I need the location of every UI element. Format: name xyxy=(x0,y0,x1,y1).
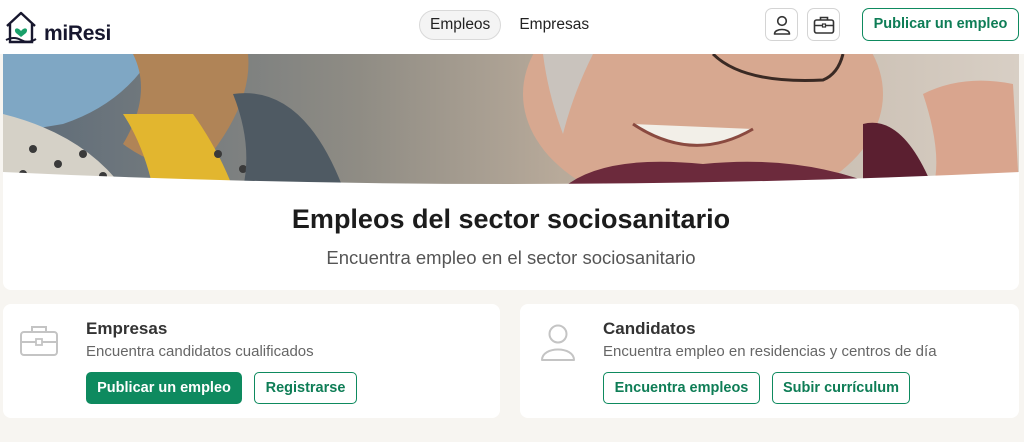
candidates-card-description: Encuentra empleo en residencias y centro… xyxy=(603,343,937,360)
logo-name: Resi xyxy=(67,22,112,45)
user-icon xyxy=(773,15,790,35)
tab-empresas[interactable]: Empresas xyxy=(508,10,600,40)
page-title: Empleos del sector sociosanitario xyxy=(291,204,731,234)
candidates-card-title: Candidatos xyxy=(603,319,696,338)
logo-prefix: mi xyxy=(44,22,68,45)
employer-button[interactable] xyxy=(807,8,840,41)
logo-text: miResi xyxy=(44,22,111,46)
main-nav: Empleos Empresas xyxy=(419,10,607,40)
user-account-button[interactable] xyxy=(765,8,798,41)
employers-card: Empresas Encuentra candidatos cualificad… xyxy=(3,304,500,418)
logo[interactable]: miResi xyxy=(4,9,112,47)
find-jobs-button[interactable]: Encuentra empleos xyxy=(603,372,760,404)
briefcase-icon xyxy=(20,326,58,356)
candidates-card: Candidatos Encuentra empleo en residenci… xyxy=(520,304,1019,418)
briefcase-icon xyxy=(813,16,834,34)
register-button[interactable]: Registrarse xyxy=(254,372,357,404)
page-subtitle: Encuentra empleo en el sector sociosanit… xyxy=(326,247,696,268)
logo-house-icon xyxy=(5,11,37,44)
upload-cv-button[interactable]: Subir currículum xyxy=(772,372,910,404)
employers-card-description: Encuentra candidatos cualificados xyxy=(86,343,314,360)
hero-banner: Empleos del sector sociosanitario Encuen… xyxy=(3,54,1019,290)
publish-job-button[interactable]: Publicar un empleo xyxy=(862,8,1019,41)
top-header: miResi Empleos Empresas Publicar un empl… xyxy=(0,0,1024,54)
hero-photo xyxy=(3,54,1019,188)
publish-job-card-button[interactable]: Publicar un empleo xyxy=(86,372,242,404)
employers-card-title: Empresas xyxy=(86,319,168,338)
tab-empleos[interactable]: Empleos xyxy=(419,10,502,40)
user-icon xyxy=(541,324,575,361)
